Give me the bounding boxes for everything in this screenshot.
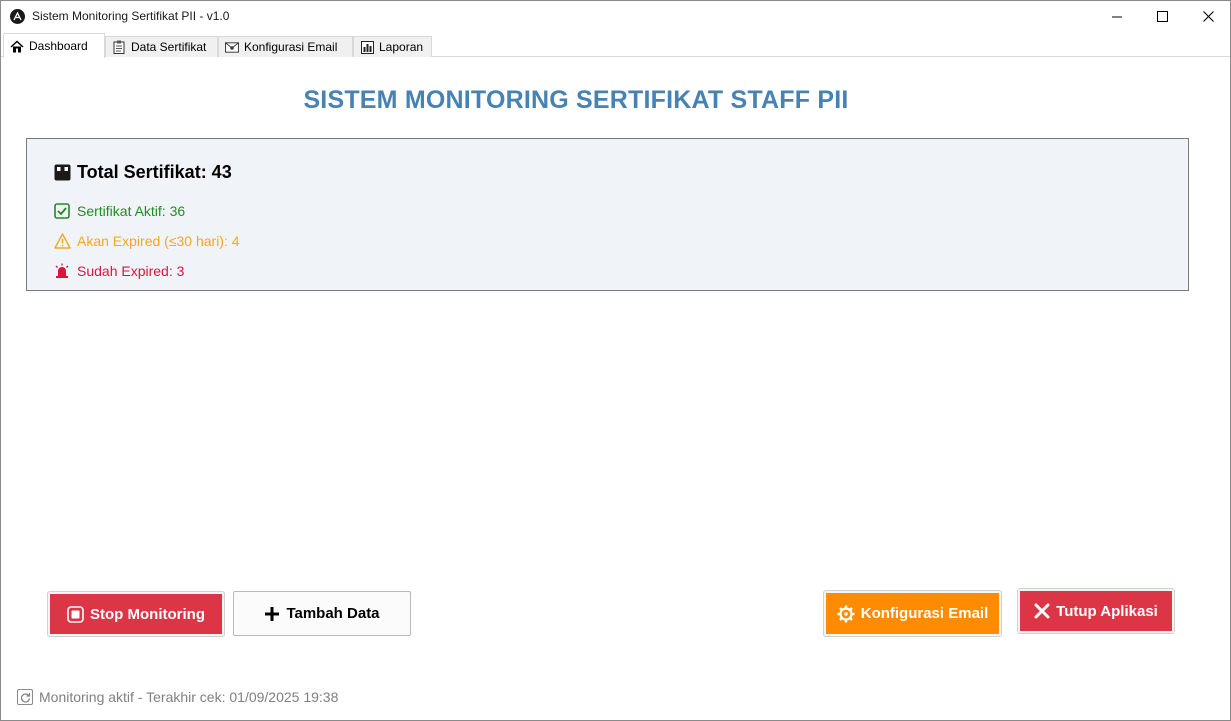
minimize-button[interactable] (1094, 1, 1140, 32)
add-label: Tambah Data (286, 605, 380, 622)
exit-label: Tutup Aplikasi (1056, 602, 1158, 620)
active-label: Sertifikat Aktif: 36 (77, 203, 186, 219)
close-icon (1034, 603, 1050, 619)
expiring-certificates: Akan Expired (≤30 hari): 4 (53, 232, 240, 250)
expired-certificates: Sudah Expired: 3 (53, 262, 184, 280)
email-config-button[interactable]: Konfigurasi Email (823, 590, 1002, 637)
app-window: Sistem Monitoring Sertifikat PII - v1.0 … (0, 0, 1231, 721)
window-title: Sistem Monitoring Sertifikat PII - v1.0 (32, 9, 230, 23)
tab-label: Data Sertifikat (131, 40, 207, 54)
maximize-button[interactable] (1139, 1, 1185, 32)
tab-dashboard[interactable]: Dashboard (3, 33, 105, 58)
tab-label: Laporan (379, 40, 424, 54)
tab-konfigurasi-email[interactable]: Konfigurasi Email (218, 36, 353, 57)
add-data-button[interactable]: Tambah Data (233, 591, 411, 636)
siren-icon (53, 262, 71, 280)
active-certificates: Sertifikat Aktif: 36 (53, 202, 185, 220)
tab-label: Konfigurasi Email (244, 40, 338, 54)
clipboard-icon (112, 40, 126, 54)
title-bar: Sistem Monitoring Sertifikat PII - v1.0 (1, 1, 1230, 32)
tab-data-sertifikat[interactable]: Data Sertifikat (105, 36, 218, 57)
expiring-label: Akan Expired (≤30 hari): 4 (77, 233, 240, 249)
gear-icon (837, 605, 855, 623)
stop-icon (67, 605, 84, 623)
status-text: Monitoring aktif - Terakhir cek: 01/09/2… (39, 689, 339, 705)
stop-monitoring-button[interactable]: Stop Monitoring (47, 591, 225, 637)
close-window-button[interactable] (1185, 1, 1231, 32)
stop-label: Stop Monitoring (90, 605, 205, 623)
total-label: Total Sertifikat: 43 (77, 162, 232, 182)
plus-icon (264, 606, 280, 622)
page-title: SISTEM MONITORING SERTIFIKAT STAFF PII (303, 86, 849, 114)
expired-label: Sudah Expired: 3 (77, 263, 185, 279)
status-bar: Monitoring aktif - Terakhir cek: 01/09/2… (17, 689, 338, 705)
check-box-icon (53, 202, 71, 220)
home-icon (10, 39, 24, 53)
total-certificates: Total Sertifikat: 43 (53, 162, 232, 183)
stats-panel: Total Sertifikat: 43 Sertifikat Aktif: 3… (26, 138, 1189, 291)
mail-icon (225, 40, 239, 54)
tab-bar: Dashboard Data Sertifikat Konfigurasi Em… (1, 32, 1230, 58)
exit-app-button[interactable]: Tutup Aplikasi (1017, 588, 1175, 634)
box-icon (53, 164, 71, 182)
tab-label: Dashboard (29, 39, 88, 53)
bar-chart-icon (360, 40, 374, 54)
warning-icon (53, 232, 71, 250)
app-logo-icon (10, 9, 25, 24)
refresh-icon (17, 689, 33, 705)
email-label: Konfigurasi Email (860, 605, 989, 622)
tab-laporan[interactable]: Laporan (353, 36, 432, 57)
